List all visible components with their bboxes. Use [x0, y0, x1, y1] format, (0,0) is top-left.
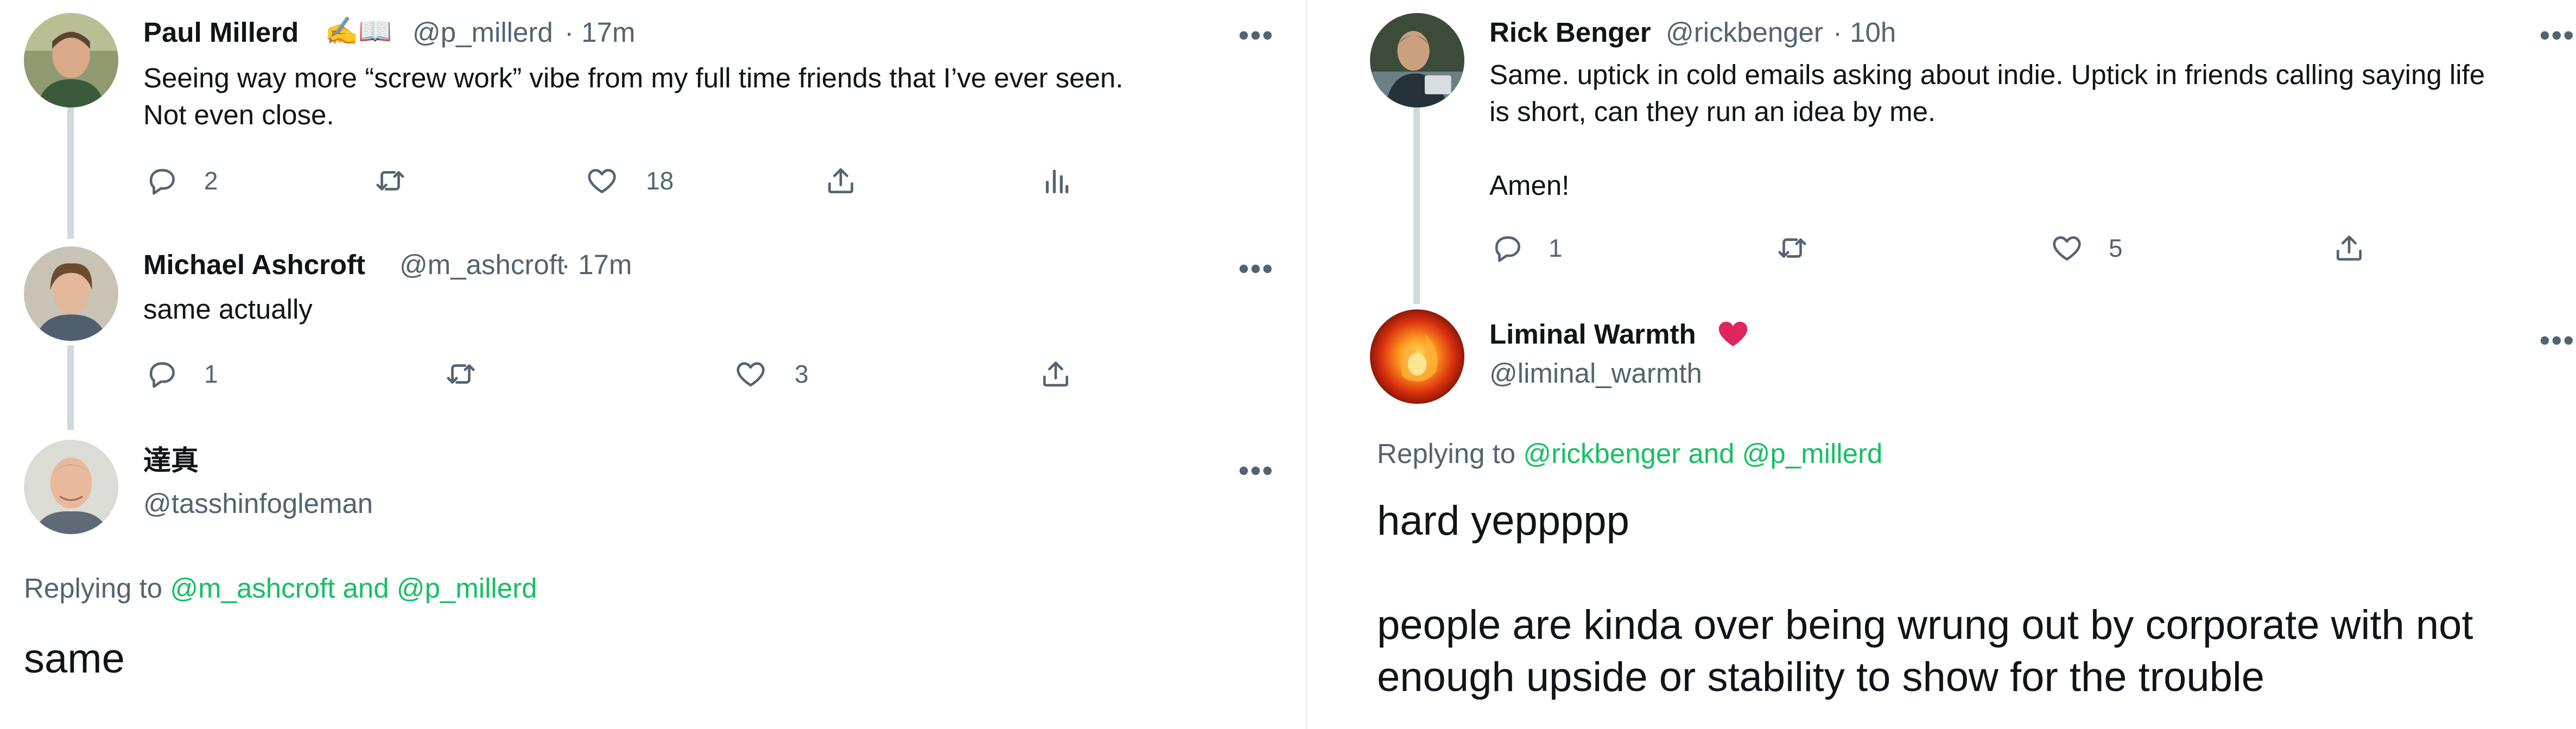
replying-mentions[interactable]: @rickbenger and @p_millerd	[1523, 438, 1882, 469]
retweet-icon[interactable]	[444, 357, 478, 391]
reply-count: 2	[204, 167, 218, 195]
reply-icon[interactable]	[145, 357, 179, 391]
author-handle[interactable]: @liminal_warmth	[1489, 359, 1702, 387]
like-icon[interactable]	[585, 164, 619, 198]
replying-prefix: Replying to	[24, 573, 170, 604]
like-icon[interactable]	[2050, 231, 2084, 265]
replying-mentions[interactable]: @m_ashcroft and @p_millerd	[170, 573, 537, 604]
reply-count: 1	[204, 360, 218, 388]
avatar-michael-ashcroft[interactable]	[24, 246, 118, 341]
retweet-icon[interactable]	[373, 164, 407, 198]
author-handle[interactable]: @p_millerd	[413, 18, 553, 46]
tweet-text: Seeing way more “screw work” vibe from m…	[143, 62, 1124, 130]
more-options-button[interactable]: •••	[1239, 254, 1274, 283]
more-options-button[interactable]: •••	[1239, 21, 1274, 50]
author-handle[interactable]: @tasshinfogleman	[143, 490, 373, 517]
more-options-button[interactable]: •••	[1239, 456, 1274, 485]
right-thread-panel: Rick Benger @rickbenger · 10h ••• Same. …	[1308, 0, 2576, 729]
thread-line	[67, 101, 74, 239]
like-count: 18	[646, 167, 674, 195]
like-count: 5	[2109, 234, 2123, 262]
focused-tweet-text: hard yeppppp people are kinda over being…	[1377, 498, 2473, 700]
timestamp[interactable]: · 17m	[561, 251, 632, 278]
reply-icon[interactable]	[1491, 231, 1525, 265]
share-icon[interactable]	[1039, 357, 1073, 391]
focused-tweet-text: same	[24, 636, 125, 682]
avatar-liminal-warmth[interactable]	[1370, 309, 1464, 404]
tweet-text: same actually	[143, 294, 313, 325]
author-name[interactable]: Michael Ashcroft	[143, 251, 365, 278]
replying-to: Replying to @m_ashcroft and @p_millerd	[24, 574, 537, 602]
thread-line	[1413, 101, 1420, 304]
tweet-text: Same. uptick in cold emails asking about…	[1489, 59, 2485, 201]
retweet-icon[interactable]	[1775, 231, 1809, 265]
thread-line	[67, 345, 74, 430]
more-options-button[interactable]: •••	[2540, 21, 2575, 50]
replying-to: Replying to @rickbenger and @p_millerd	[1377, 440, 1882, 467]
avatar-rick-benger[interactable]	[1370, 13, 1464, 107]
heart-icon	[1716, 316, 1750, 351]
avatar-paul-millerd[interactable]	[24, 13, 118, 107]
timestamp[interactable]: · 10h	[1833, 18, 1896, 46]
author-name[interactable]: Paul Millerd	[143, 18, 299, 46]
author-name[interactable]: Rick Benger	[1489, 18, 1651, 46]
author-name[interactable]: 達真	[143, 447, 199, 475]
replying-prefix: Replying to	[1377, 438, 1524, 469]
author-badges: ✍️📖	[325, 16, 392, 46]
author-handle[interactable]: @m_ashcroft	[399, 251, 564, 278]
more-options-button[interactable]: •••	[2540, 326, 2575, 355]
author-name[interactable]: Liminal Warmth	[1489, 320, 1696, 348]
like-icon[interactable]	[734, 357, 767, 391]
reply-icon[interactable]	[145, 164, 179, 198]
reply-count: 1	[1549, 234, 1563, 262]
share-icon[interactable]	[824, 164, 858, 198]
avatar-tasshin[interactable]	[24, 440, 118, 534]
timestamp[interactable]: · 17m	[564, 18, 635, 46]
author-handle[interactable]: @rickbenger	[1666, 18, 1823, 46]
analytics-icon[interactable]	[1039, 164, 1073, 198]
left-thread-panel: Paul Millerd ✍️📖 @p_millerd · 17m ••• Se…	[0, 0, 1305, 729]
like-count: 3	[795, 360, 809, 388]
share-icon[interactable]	[2332, 231, 2366, 265]
